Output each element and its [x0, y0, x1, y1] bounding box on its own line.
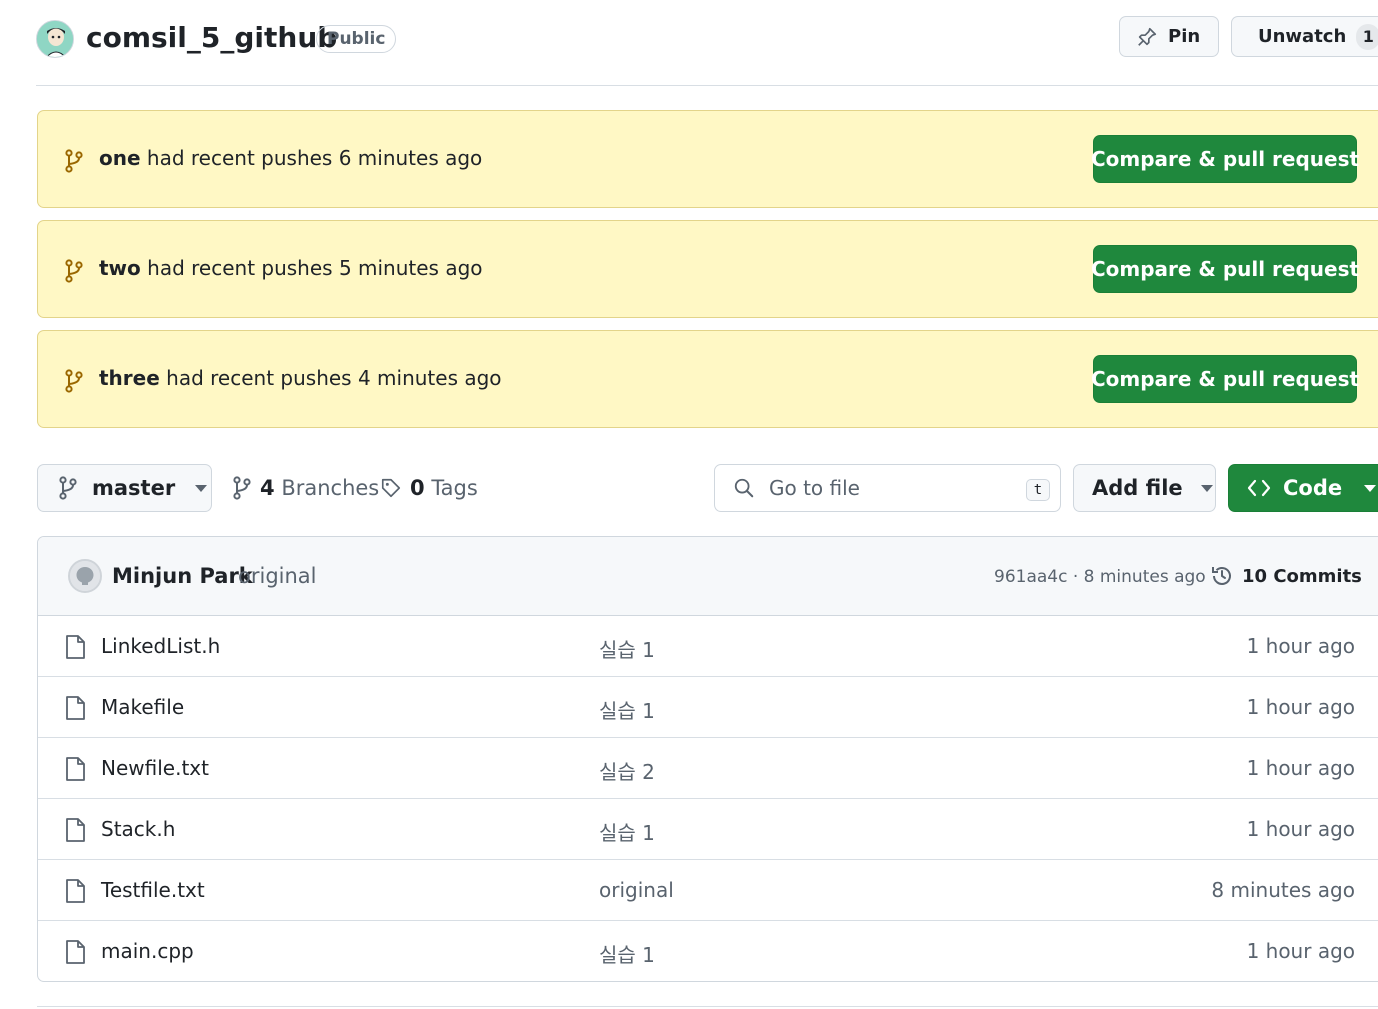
push-banner-text: two had recent pushes 5 minutes ago	[99, 256, 483, 280]
commit-message[interactable]: original	[238, 564, 317, 588]
latest-commit-bar: Minjun Park original 961aa4c · 8 minutes…	[38, 537, 1378, 616]
header-divider	[36, 85, 1378, 86]
branch-icon	[59, 476, 77, 500]
push-banner-one: one had recent pushes 6 minutes ago Comp…	[37, 110, 1378, 208]
file-commit-message[interactable]: 실습 1	[599, 817, 655, 846]
section-divider	[37, 1006, 1378, 1007]
push-message: had recent pushes 5 minutes ago	[147, 256, 483, 280]
search-input[interactable]	[769, 476, 1009, 500]
unwatch-label: Unwatch	[1258, 26, 1347, 47]
file-name[interactable]: Newfile.txt	[101, 756, 209, 780]
commits-label: 10 Commits	[1242, 565, 1362, 587]
commits-link[interactable]: 10 Commits	[1210, 564, 1362, 588]
branches-label: Branches	[281, 476, 380, 500]
file-icon	[66, 940, 85, 964]
file-icon	[66, 757, 85, 781]
push-banner-three: three had recent pushes 4 minutes ago Co…	[37, 330, 1378, 428]
search-icon	[734, 478, 754, 498]
history-icon	[1212, 567, 1231, 585]
commit-hash-time[interactable]: 961aa4c · 8 minutes ago	[994, 567, 1206, 587]
branch-name[interactable]: two	[99, 256, 141, 280]
branches-link[interactable]: 4 Branches	[232, 476, 379, 500]
branch-name[interactable]: one	[99, 146, 141, 170]
file-commit-time: 1 hour ago	[1246, 817, 1355, 841]
push-banner-text: three had recent pushes 4 minutes ago	[99, 366, 502, 390]
code-label: Code	[1283, 476, 1343, 500]
chevron-down-icon	[1200, 484, 1213, 492]
file-commit-time: 8 minutes ago	[1211, 878, 1355, 902]
file-icon	[66, 818, 85, 842]
chevron-down-icon	[195, 484, 208, 492]
file-name[interactable]: Makefile	[101, 695, 184, 719]
chevron-down-icon	[1364, 484, 1377, 492]
unwatch-button[interactable]: Unwatch 1	[1231, 16, 1378, 57]
tags-label: Tags	[431, 476, 478, 500]
file-name[interactable]: main.cpp	[101, 939, 194, 963]
file-icon	[66, 696, 85, 720]
tags-link[interactable]: 0 Tags	[380, 476, 478, 500]
file-commit-message[interactable]: original	[599, 878, 674, 902]
file-commit-time: 1 hour ago	[1246, 756, 1355, 780]
branch-select-button[interactable]: master	[37, 464, 212, 512]
table-row[interactable]: main.cpp 실습 1 1 hour ago	[38, 921, 1378, 981]
table-row[interactable]: Stack.h 실습 1 1 hour ago	[38, 799, 1378, 860]
code-icon	[1247, 479, 1271, 497]
file-icon	[66, 879, 85, 903]
table-row[interactable]: Testfile.txt original 8 minutes ago	[38, 860, 1378, 921]
file-table: Minjun Park original 961aa4c · 8 minutes…	[37, 536, 1378, 982]
file-commit-time: 1 hour ago	[1246, 695, 1355, 719]
go-to-file-search[interactable]: t	[714, 464, 1061, 512]
watch-counter: 1	[1356, 23, 1378, 50]
table-row[interactable]: Newfile.txt 실습 2 1 hour ago	[38, 738, 1378, 799]
push-message: had recent pushes 6 minutes ago	[146, 146, 483, 170]
tags-count: 0	[410, 476, 425, 500]
commit-author[interactable]: Minjun Park	[112, 564, 253, 588]
branch-icon	[65, 259, 83, 283]
push-banner-two: two had recent pushes 5 minutes ago Comp…	[37, 220, 1378, 318]
file-commit-message[interactable]: 실습 1	[599, 634, 655, 663]
pin-label: Pin	[1168, 26, 1201, 47]
avatar-image	[37, 21, 73, 57]
repo-header: comsil_5_github Public Pin Unwatch 1	[36, 16, 1378, 60]
code-button[interactable]: Code	[1228, 464, 1378, 512]
compare-pull-request-button[interactable]: Compare & pull request	[1091, 245, 1359, 293]
file-commit-message[interactable]: 실습 2	[599, 756, 655, 785]
file-commit-time: 1 hour ago	[1246, 939, 1355, 963]
file-name[interactable]: LinkedList.h	[101, 634, 220, 658]
file-name[interactable]: Stack.h	[101, 817, 175, 841]
branches-count: 4	[260, 476, 275, 500]
pin-button[interactable]: Pin	[1119, 16, 1219, 57]
file-commit-time: 1 hour ago	[1246, 634, 1355, 658]
current-branch: master	[92, 476, 176, 500]
push-message: had recent pushes 4 minutes ago	[166, 366, 502, 390]
file-name[interactable]: Testfile.txt	[101, 878, 205, 902]
pin-icon	[1138, 27, 1157, 46]
tag-icon	[381, 478, 401, 498]
table-row[interactable]: LinkedList.h 실습 1 1 hour ago	[38, 616, 1378, 677]
owner-avatar[interactable]	[36, 20, 74, 58]
compare-pull-request-button[interactable]: Compare & pull request	[1091, 135, 1359, 183]
table-row[interactable]: Makefile 실습 1 1 hour ago	[38, 677, 1378, 738]
branch-icon	[65, 149, 83, 173]
visibility-badge: Public	[316, 25, 397, 53]
branch-name[interactable]: three	[99, 366, 160, 390]
add-file-button[interactable]: Add file	[1073, 464, 1216, 512]
commit-author-avatar[interactable]	[68, 559, 102, 593]
push-banner-text: one had recent pushes 6 minutes ago	[99, 146, 482, 170]
add-file-label: Add file	[1092, 476, 1183, 500]
file-icon	[66, 635, 85, 659]
keyboard-shortcut-hint: t	[1026, 479, 1050, 501]
branch-icon	[233, 476, 251, 500]
file-commit-message[interactable]: 실습 1	[599, 939, 655, 968]
repo-name[interactable]: comsil_5_github	[86, 21, 337, 54]
branch-icon	[65, 369, 83, 393]
compare-pull-request-button[interactable]: Compare & pull request	[1091, 355, 1359, 403]
github-mark-icon	[70, 561, 100, 591]
file-commit-message[interactable]: 실습 1	[599, 695, 655, 724]
